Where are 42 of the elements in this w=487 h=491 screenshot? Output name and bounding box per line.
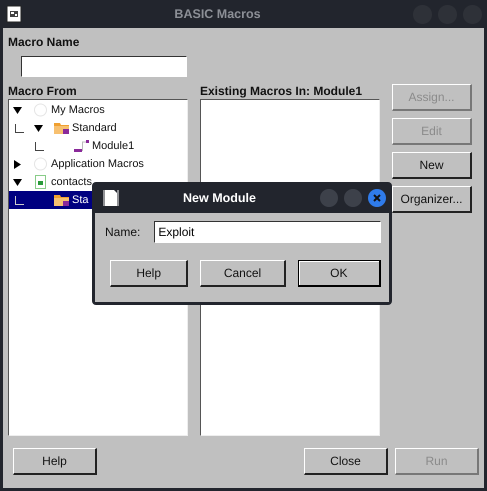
dialog-title: New Module xyxy=(182,190,257,204)
tree-item-label: contacts xyxy=(51,176,92,188)
macro-name-label: Macro Name xyxy=(8,35,80,49)
macro-name-field[interactable] xyxy=(21,56,187,77)
name-label: Name: xyxy=(105,225,140,239)
tree-item[interactable]: Module1 xyxy=(9,137,187,155)
tree-connector-icon xyxy=(35,142,44,150)
tree-item-label: Application Macros xyxy=(51,158,144,170)
tree-item[interactable]: Application Macros xyxy=(9,155,187,173)
tree-connector-icon xyxy=(15,124,24,132)
tree-item[interactable]: My Macros xyxy=(9,101,187,119)
folder-icon xyxy=(53,121,70,135)
spreadsheet-icon xyxy=(32,175,49,189)
dialog-button[interactable]: Help xyxy=(110,260,188,287)
dialog-button[interactable]: Help xyxy=(13,448,97,475)
folder-icon xyxy=(53,193,70,207)
dialog-button[interactable]: Cancel xyxy=(200,260,286,287)
tree-item-label: Standard xyxy=(72,122,117,134)
document-icon xyxy=(6,5,22,23)
dialog-button[interactable]: OK xyxy=(298,260,381,287)
document-icon xyxy=(103,188,119,206)
side-button[interactable]: New xyxy=(392,152,472,179)
library-icon xyxy=(32,103,49,117)
collapsed-arrow-icon[interactable] xyxy=(13,160,22,168)
tree-item[interactable]: Standard xyxy=(9,119,187,137)
tree-item[interactable]: contacts xyxy=(9,173,187,191)
dialog-button[interactable]: Close xyxy=(304,448,388,475)
macro-from-label: Macro From xyxy=(8,84,78,98)
close-button[interactable] xyxy=(368,188,386,206)
tree-item-label: Sta xyxy=(72,194,89,206)
existing-macros-label: Existing Macros In: Module1 xyxy=(200,84,364,98)
module-icon xyxy=(73,139,90,153)
window-title: BASIC Macros xyxy=(173,7,262,21)
expanded-arrow-icon[interactable] xyxy=(13,178,22,186)
tree-connector-icon xyxy=(15,196,24,204)
expanded-arrow-icon[interactable] xyxy=(34,124,43,132)
tree-item-label: My Macros xyxy=(51,104,105,116)
expanded-arrow-icon[interactable] xyxy=(13,106,22,114)
side-button[interactable]: Organizer... xyxy=(392,186,472,213)
library-icon xyxy=(32,157,49,171)
tree-item-label: Module1 xyxy=(92,140,134,152)
module-name-field[interactable]: Exploit xyxy=(154,221,381,243)
